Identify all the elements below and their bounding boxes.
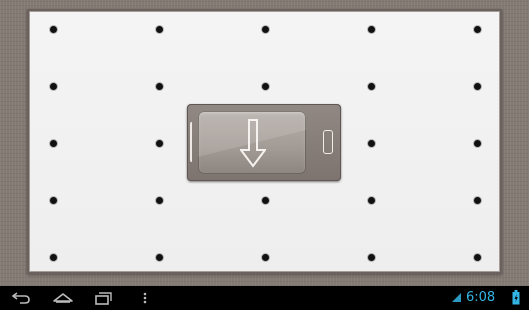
grid-dot <box>473 82 481 90</box>
phone-home-button <box>323 130 333 154</box>
back-icon[interactable] <box>11 290 31 306</box>
grid-dot <box>49 82 57 90</box>
grid-dot <box>261 25 269 33</box>
wifi-icon <box>452 293 461 302</box>
grid-dot <box>261 253 269 261</box>
grid-dot <box>367 82 375 90</box>
grid-dot <box>473 253 481 261</box>
phone-side-bezel <box>190 122 195 162</box>
status-clock: 6:08 <box>466 290 496 305</box>
grid-dot <box>155 82 163 90</box>
grid-dot <box>155 25 163 33</box>
system-navigation-bar: 6:08 <box>0 286 529 310</box>
home-icon[interactable] <box>52 290 74 306</box>
grid-dot <box>367 25 375 33</box>
battery-charging-icon <box>512 290 520 305</box>
grid-dot <box>473 25 481 33</box>
phone-download-icon[interactable] <box>187 104 341 181</box>
grid-dot <box>49 25 57 33</box>
recent-apps-icon[interactable] <box>94 290 114 306</box>
grid-dot <box>49 139 57 147</box>
grid-dot <box>155 139 163 147</box>
grid-dot <box>473 196 481 204</box>
phone-screen <box>198 111 306 174</box>
grid-dot <box>367 196 375 204</box>
grid-dot <box>261 196 269 204</box>
grid-dot <box>367 253 375 261</box>
grid-dot <box>367 139 375 147</box>
grid-dot <box>49 253 57 261</box>
arrow-down-icon <box>240 119 266 168</box>
grid-dot <box>261 82 269 90</box>
grid-dot <box>49 196 57 204</box>
grid-dot <box>155 196 163 204</box>
grid-dot <box>473 139 481 147</box>
menu-overflow-icon[interactable] <box>141 290 149 306</box>
grid-dot <box>155 253 163 261</box>
